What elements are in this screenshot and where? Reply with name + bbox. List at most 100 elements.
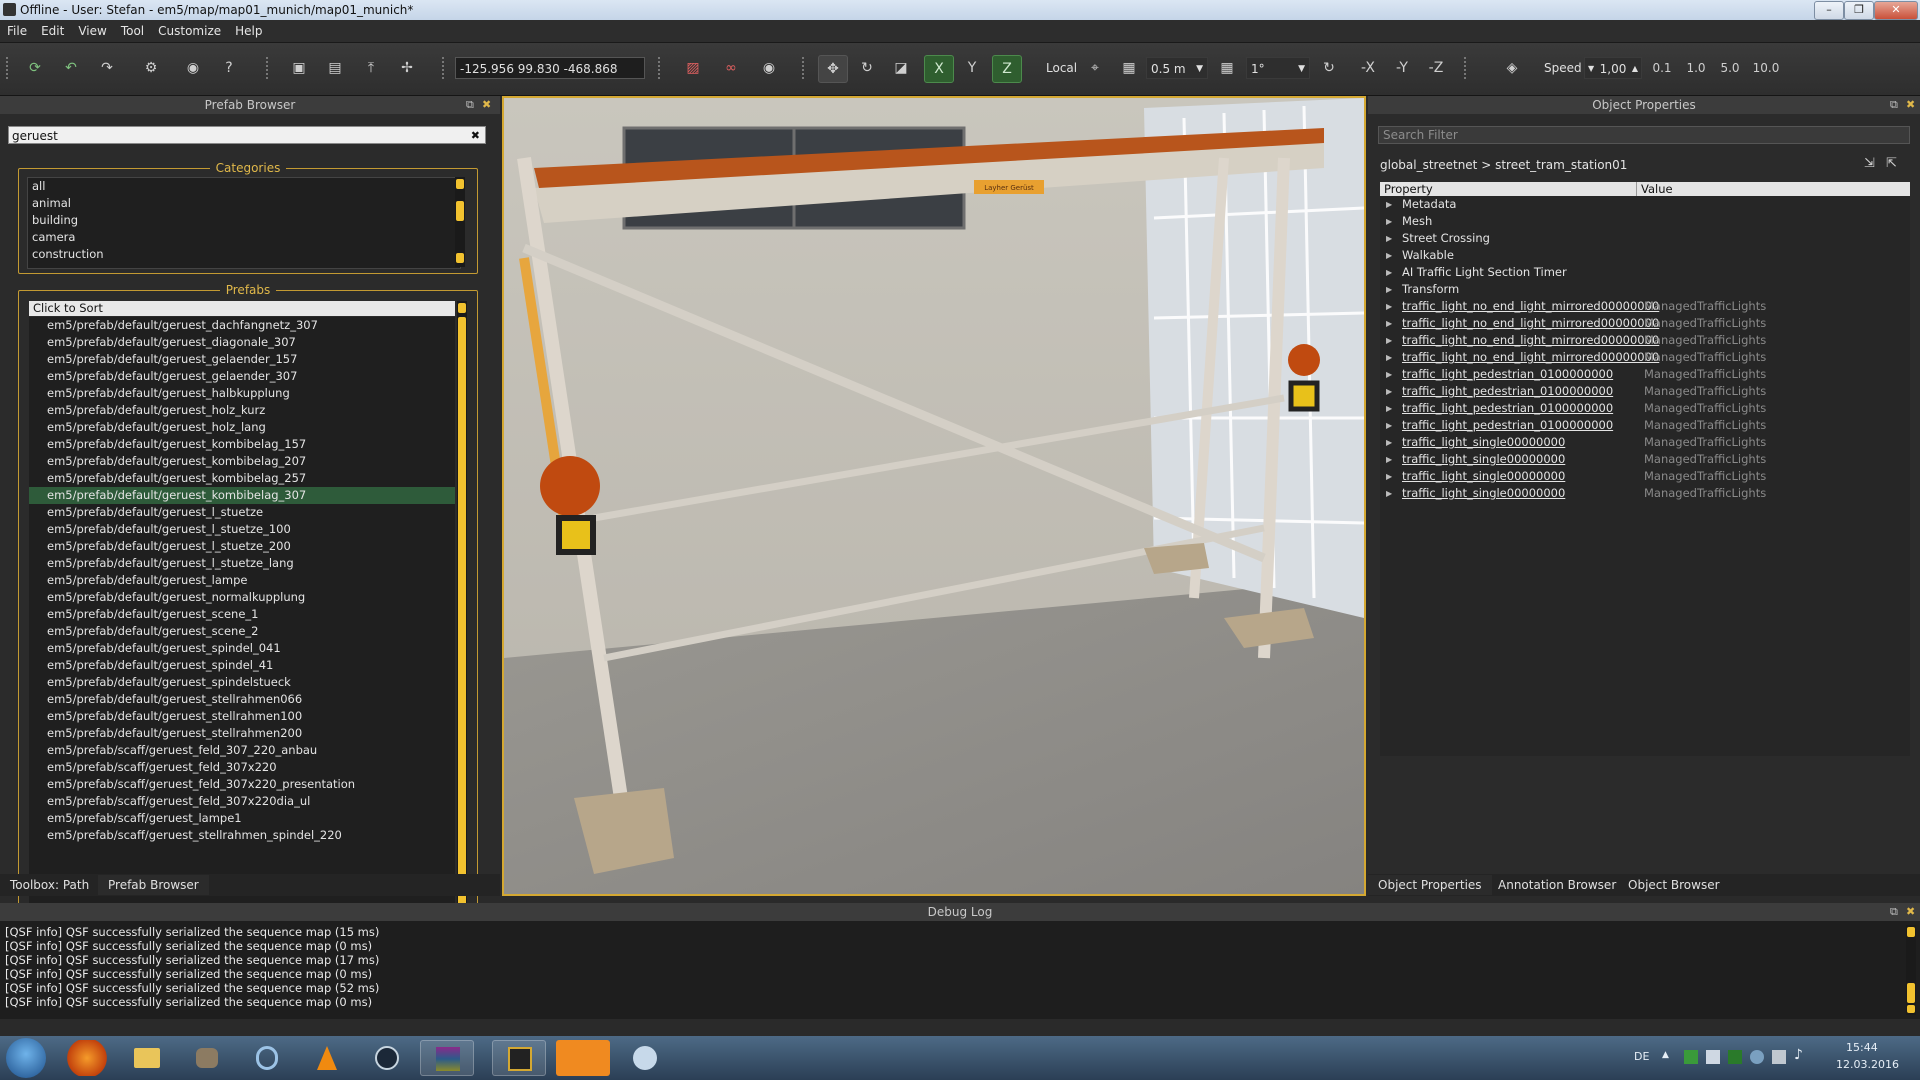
volume-icon[interactable]: ♪ [1794,1047,1803,1063]
component-name[interactable]: traffic_light_pedestrian_0100000000 [1402,400,1613,417]
prefab-item[interactable]: em5/prefab/scaff/geruest_feld_307x220dia… [29,793,455,810]
help-icon[interactable]: ? [216,55,242,81]
category-item[interactable]: animal [28,195,460,212]
component-name[interactable]: traffic_light_single00000000 [1402,485,1565,502]
expand-arrow-icon[interactable]: ▶ [1386,247,1392,264]
3d-viewport[interactable]: Layher Gerüst [502,96,1366,896]
prefab-item[interactable]: em5/prefab/default/geruest_gelaender_307 [29,368,455,385]
render-icon[interactable]: ▨ [680,55,706,81]
tab-object-browser[interactable]: Object Browser [1618,875,1730,895]
toolbar-grip[interactable] [266,57,271,79]
prefab-item[interactable]: em5/prefab/default/geruest_spindelstueck [29,674,455,691]
scroll-up-icon[interactable] [456,179,464,189]
scroll-down-icon[interactable] [456,253,464,263]
maximize-button[interactable]: ❐ [1844,1,1874,20]
component-row[interactable]: ▶ traffic_light_single00000000 ManagedTraf… [1380,434,1910,451]
toolbar-grip[interactable] [658,57,663,79]
paint-icon[interactable] [618,1040,672,1076]
audio-icon[interactable] [240,1040,294,1076]
expand-arrow-icon[interactable]: ▶ [1386,468,1392,485]
expand-arrow-icon[interactable]: ▶ [1386,196,1392,213]
refresh-icon[interactable]: ⟳ [22,55,48,81]
expand-arrow-icon[interactable]: ▶ [1386,230,1392,247]
scroll-thumb[interactable] [1907,983,1915,1003]
speed-preset-10-0[interactable]: 10.0 [1750,55,1782,81]
angle-grid-icon[interactable]: ▦ [1214,55,1240,81]
menu-help[interactable]: Help [228,20,269,42]
expand-arrow-icon[interactable]: ▶ [1386,315,1392,332]
tab-toolbox-path[interactable]: Toolbox: Path [0,875,99,895]
prefab-item[interactable]: em5/prefab/default/geruest_spindel_41 [29,657,455,674]
snap-icon[interactable]: ⤒ [358,55,384,81]
expand-arrow-icon[interactable]: ▶ [1386,485,1392,502]
neg-y-button[interactable]: -Y [1388,55,1416,81]
float-icon[interactable]: ⧉ [1890,903,1898,921]
sort-header[interactable]: Click to Sort [29,301,455,316]
prefab-item[interactable]: em5/prefab/default/geruest_l_stuetze [29,504,455,521]
float-icon[interactable]: ⧉ [1890,96,1898,114]
gimp-icon[interactable] [180,1040,234,1076]
debug-log-output[interactable]: [QSF info] QSF successfully serialized t… [5,925,1895,1015]
prefab-item[interactable]: em5/prefab/scaff/geruest_feld_307x220_pr… [29,776,455,793]
clock-time[interactable]: 15:44 [1846,1041,1878,1054]
categories-scrollbar[interactable] [455,177,465,267]
toolbar-grip[interactable] [802,57,807,79]
scene-render[interactable]: Layher Gerüst [504,98,1364,894]
prefab-item[interactable]: em5/prefab/scaff/geruest_lampe1 [29,810,455,827]
explorer-icon[interactable] [120,1040,174,1076]
prefab-item[interactable]: em5/prefab/default/geruest_stellrahmen06… [29,691,455,708]
editor-app-icon[interactable] [492,1040,546,1076]
component-row[interactable]: ▶ traffic_light_no_end_light_mirrored0000… [1380,298,1910,315]
axis-z-button[interactable]: Z [992,55,1022,83]
amazon-icon[interactable] [556,1040,610,1076]
prefabs-scrollbar[interactable] [457,301,467,941]
select-box-icon[interactable]: ▣ [286,55,312,81]
expand-arrow-icon[interactable]: ▶ [1386,213,1392,230]
neg-x-button[interactable]: -X [1354,55,1382,81]
component-name[interactable]: traffic_light_single00000000 [1402,451,1565,468]
scale-icon[interactable]: ◪ [888,55,914,81]
expand-arrow-icon[interactable]: ▶ [1386,417,1392,434]
component-name[interactable]: traffic_light_no_end_light_mirrored00000… [1402,298,1659,315]
visibility-icon[interactable]: ◉ [756,55,782,81]
property-group[interactable]: ▶ Mesh [1380,213,1910,230]
windows-tray-icon[interactable] [1706,1050,1720,1064]
scroll-thumb[interactable] [458,317,466,923]
prefab-item[interactable]: em5/prefab/default/geruest_kombibelag_25… [29,470,455,487]
prefabs-list[interactable]: em5/prefab/default/geruest_dachfangnetz_… [29,317,455,941]
toolbar-grip[interactable] [1464,57,1469,79]
speed-preset-5-0[interactable]: 5.0 [1716,55,1744,81]
component-row[interactable]: ▶ traffic_light_pedestrian_0100000000 Mana… [1380,417,1910,434]
undo-icon[interactable]: ↶ [58,55,84,81]
toolbar-grip[interactable] [442,57,447,79]
close-icon[interactable]: ✖ [1906,903,1915,921]
menu-file[interactable]: File [0,20,34,42]
expand-arrow-icon[interactable]: ▶ [1386,366,1392,383]
clear-icon[interactable]: ✖ [471,127,480,145]
close-icon[interactable]: ✖ [482,96,491,114]
component-name[interactable]: traffic_light_pedestrian_0100000000 [1402,383,1613,400]
prefab-item[interactable]: em5/prefab/default/geruest_halbkupplung [29,385,455,402]
axis-y-button[interactable]: Y [958,55,986,81]
menu-view[interactable]: View [71,20,113,42]
component-row[interactable]: ▶ traffic_light_single00000000 ManagedTraf… [1380,451,1910,468]
prefab-item[interactable]: em5/prefab/scaff/geruest_feld_307_220_an… [29,742,455,759]
property-tree[interactable]: ▶ Metadata ▶ Mesh ▶ Street Crossing ▶ Walkable ▶… [1380,196,1910,756]
prefab-item[interactable]: em5/prefab/default/geruest_scene_1 [29,606,455,623]
component-name[interactable]: traffic_light_pedestrian_0100000000 [1402,366,1613,383]
property-group[interactable]: ▶ Street Crossing [1380,230,1910,247]
prefab-item[interactable]: em5/prefab/default/geruest_holz_kurz [29,402,455,419]
prefab-item[interactable]: em5/prefab/scaff/geruest_stellrahmen_spi… [29,827,455,844]
component-row[interactable]: ▶ traffic_light_pedestrian_0100000000 Mana… [1380,400,1910,417]
component-row[interactable]: ▶ traffic_light_no_end_light_mirrored0000… [1380,332,1910,349]
vlc-icon[interactable] [300,1040,354,1076]
rotate-icon[interactable]: ↻ [854,55,880,81]
property-group[interactable]: ▶ AI Traffic Light Section Timer [1380,264,1910,281]
expand-arrow-icon[interactable]: ▶ [1386,264,1392,281]
tab-annotation-browser[interactable]: Annotation Browser [1488,875,1626,895]
sync-tray-icon[interactable] [1750,1050,1764,1064]
component-name[interactable]: traffic_light_pedestrian_0100000000 [1402,417,1613,434]
expand-arrow-icon[interactable]: ▶ [1386,298,1392,315]
expand-arrow-icon[interactable]: ▶ [1386,349,1392,366]
toolbar-grip[interactable] [6,57,11,79]
